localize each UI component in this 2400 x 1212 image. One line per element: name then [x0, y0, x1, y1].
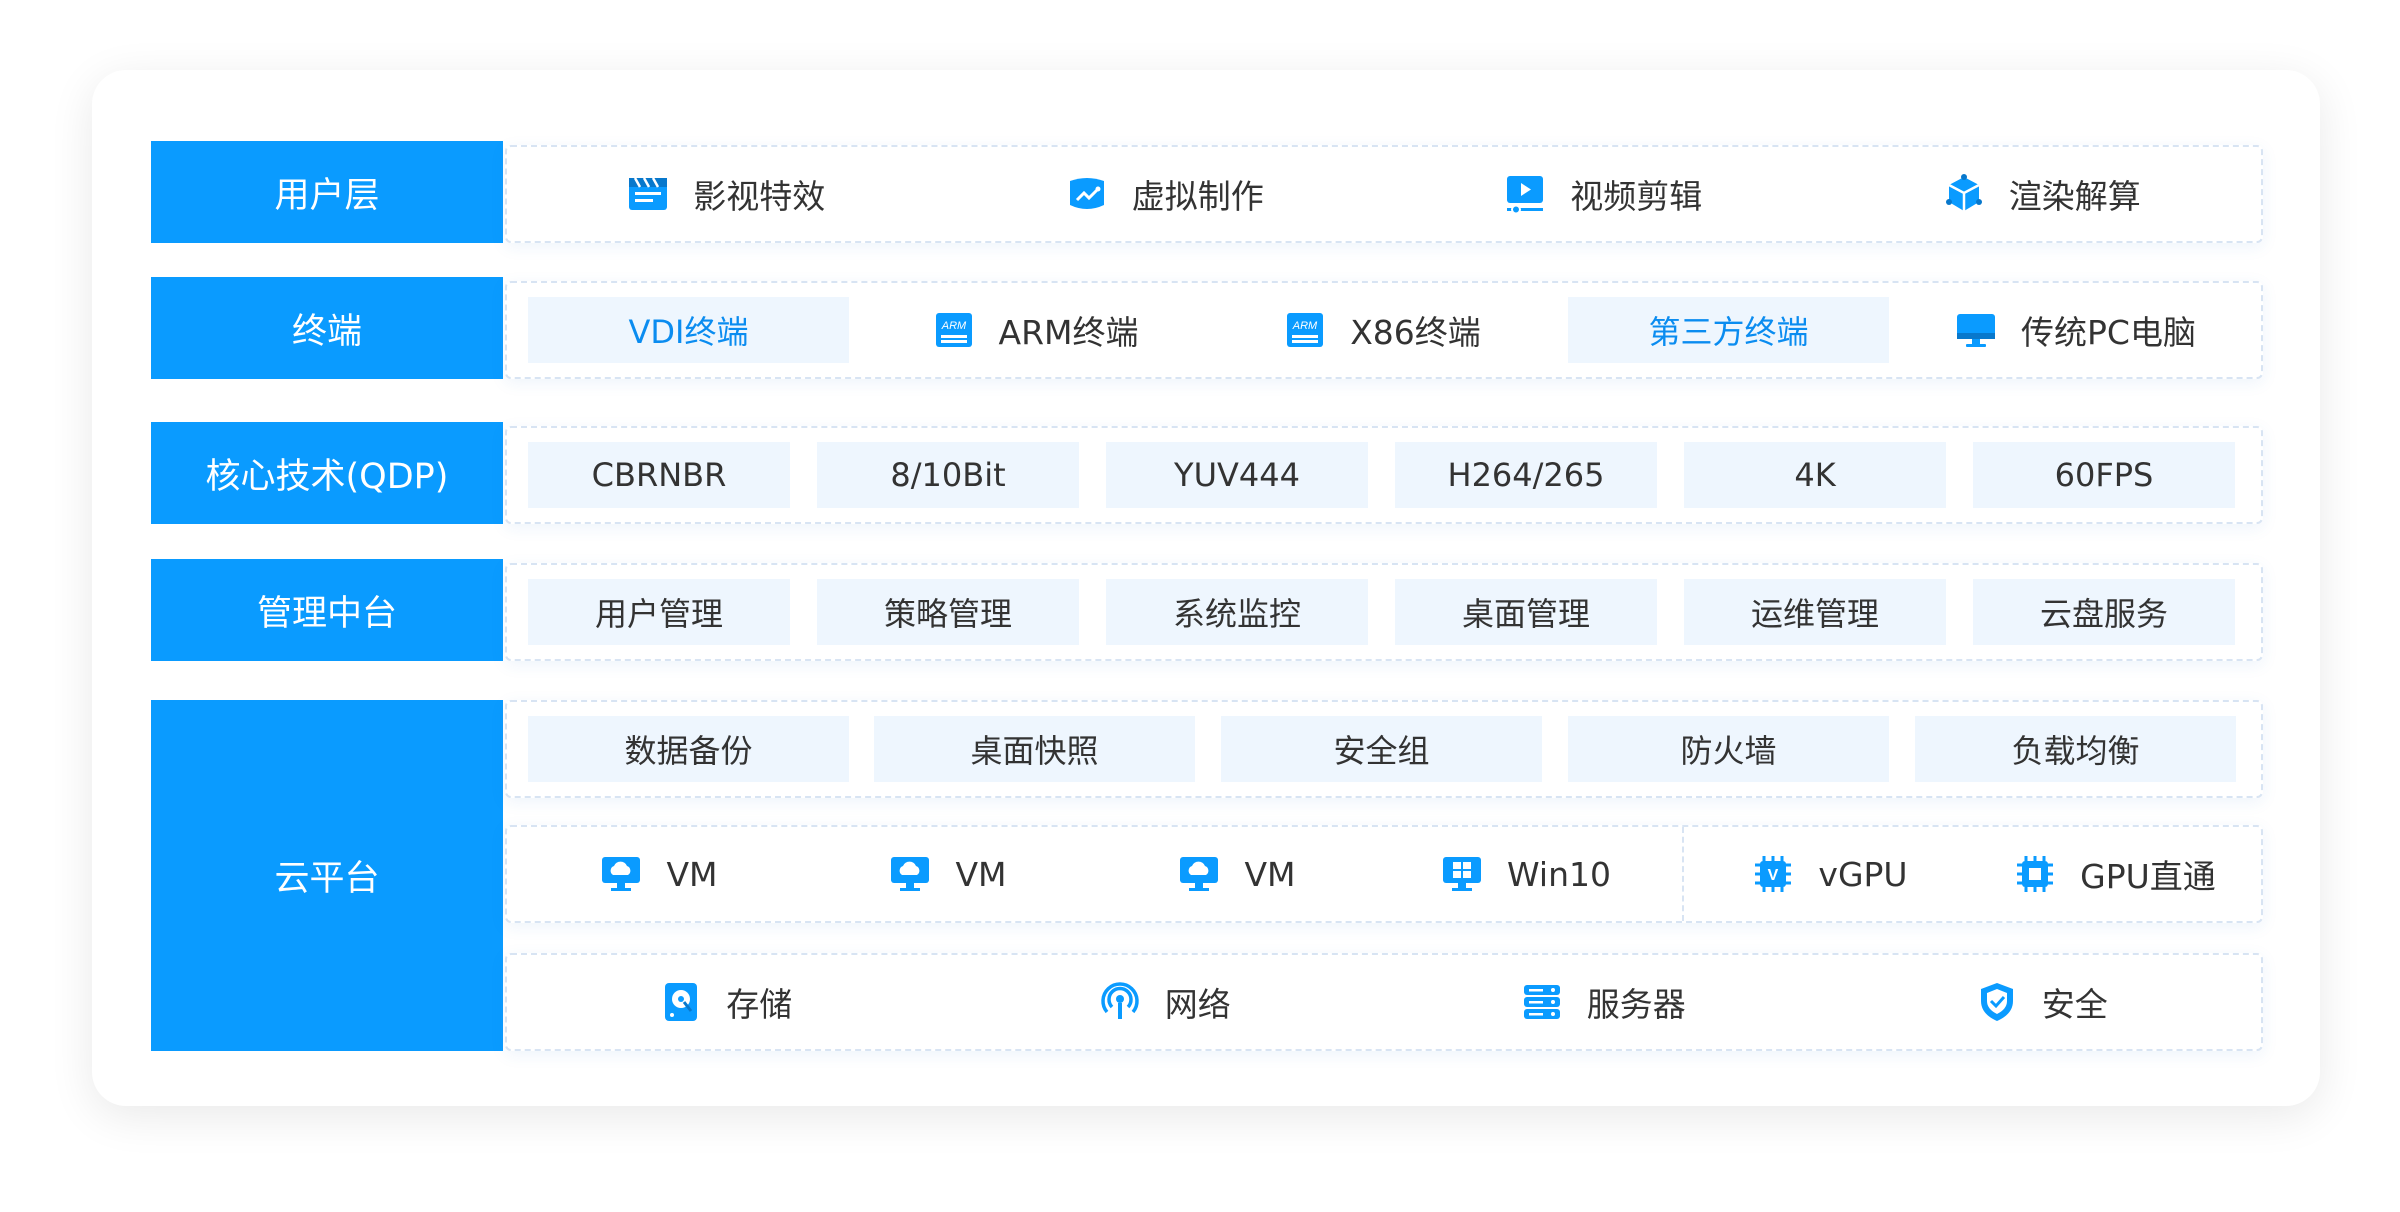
cube-icon [1943, 173, 1985, 215]
windows-icon [1441, 853, 1483, 895]
management-tile: 用户管理 [528, 579, 790, 645]
cloud-service-tile: 防火墙 [1568, 716, 1889, 782]
monitor-icon [1955, 309, 1997, 351]
user-item-label: 虚拟制作 [1131, 177, 1264, 216]
management-tile: 云盘服务 [1973, 579, 2235, 645]
core-tile: 60FPS [1973, 442, 2235, 508]
core-tile: 4K [1684, 442, 1946, 508]
infra-label: 安全 [2041, 985, 2108, 1024]
core-tile: CBRNBR [528, 442, 790, 508]
infra-item-security: 安全 [1823, 978, 2262, 1026]
terminal-tile-vdi: VDI终端 [528, 297, 849, 363]
layer-label-management: 管理中台 [151, 559, 503, 661]
clapperboard-icon [627, 173, 669, 215]
management-tile: 系统监控 [1106, 579, 1368, 645]
core-tile: YUV444 [1106, 442, 1368, 508]
vm-label: Win10 [1507, 854, 1611, 894]
server-icon [1521, 981, 1563, 1023]
layer-label-user: 用户层 [151, 141, 503, 243]
network-icon [1099, 981, 1141, 1023]
management-tile: 运维管理 [1684, 579, 1946, 645]
chart-box-icon [1066, 173, 1108, 215]
terminal-item-label: ARM终端 [998, 313, 1139, 352]
arm-chip-icon: ARM [1284, 309, 1326, 351]
arm-chip-text: ARM [940, 320, 966, 332]
core-tile: H264/265 [1395, 442, 1657, 508]
user-item-label: 影视特效 [693, 177, 826, 216]
gpu-item-passthrough: GPU直通 [1975, 841, 2255, 907]
cloud-monitor-icon [889, 853, 931, 895]
cloud-service-tile: 桌面快照 [874, 716, 1195, 782]
vm-label: VM [955, 854, 1007, 894]
user-item-label: 渲染解算 [2008, 177, 2141, 216]
infra-label: 服务器 [1586, 985, 1686, 1024]
cloud-service-tile: 负载均衡 [1915, 716, 2236, 782]
video-play-icon [1504, 173, 1546, 215]
vm-label: VM [1244, 854, 1296, 894]
terminal-item-x86: ARM X86终端 [1222, 297, 1543, 363]
infra-item-network: 网络 [946, 978, 1385, 1026]
terminal-item-label: 传统PC电脑 [2021, 313, 2196, 352]
gpu-item-vgpu: V vGPU [1690, 841, 1970, 907]
vm-item: VM [528, 841, 790, 907]
cloud-infra-box: 存储 网络 服务器 安全 [505, 953, 2263, 1051]
arm-chip-text: ARM [1292, 320, 1318, 332]
infra-item-server: 服务器 [1384, 978, 1823, 1026]
layer-label-cloud: 云平台 [151, 700, 503, 1051]
shield-icon [1976, 981, 2018, 1023]
terminal-item-pc: 传统PC电脑 [1915, 297, 2236, 363]
management-tile: 桌面管理 [1395, 579, 1657, 645]
management-tile: 策略管理 [817, 579, 1079, 645]
cloud-monitor-icon [600, 853, 642, 895]
gpu-chip-text: V [1768, 867, 1779, 884]
user-layer-box: 影视特效 虚拟制作 视频剪辑 渲染解算 [505, 145, 2263, 243]
terminal-tile-third-party: 第三方终端 [1568, 297, 1889, 363]
cloud-service-tile: 数据备份 [528, 716, 849, 782]
infra-label: 存储 [726, 985, 793, 1024]
gpu-label: GPU直通 [2080, 857, 2216, 896]
user-item-video-editing: 视频剪辑 [1384, 170, 1823, 218]
cloud-monitor-icon [1178, 853, 1220, 895]
terminal-item-label: X86终端 [1350, 313, 1481, 352]
user-item-virtual-production: 虚拟制作 [946, 170, 1385, 218]
chip-icon [2014, 853, 2056, 895]
gpu-chip-icon: V [1752, 853, 1794, 895]
gpu-label: vGPU [1818, 854, 1908, 894]
infra-item-storage: 存储 [507, 978, 946, 1026]
vm-label: VM [666, 854, 718, 894]
arm-chip-icon: ARM [933, 309, 975, 351]
infra-label: 网络 [1164, 985, 1231, 1024]
vm-item-win10: Win10 [1395, 841, 1657, 907]
vm-item: VM [817, 841, 1079, 907]
terminal-item-arm: ARM ARM终端 [875, 297, 1196, 363]
core-tile: 8/10Bit [817, 442, 1079, 508]
layer-label-terminal: 终端 [151, 277, 503, 379]
cloud-service-tile: 安全组 [1221, 716, 1542, 782]
user-item-label: 视频剪辑 [1570, 177, 1703, 216]
vm-gpu-divider [1682, 827, 1684, 921]
user-item-rendering: 渲染解算 [1823, 170, 2262, 218]
layer-label-core: 核心技术(QDP) [151, 422, 503, 524]
storage-icon [660, 981, 702, 1023]
user-item-vfx: 影视特效 [507, 170, 946, 218]
vm-item: VM [1106, 841, 1368, 907]
